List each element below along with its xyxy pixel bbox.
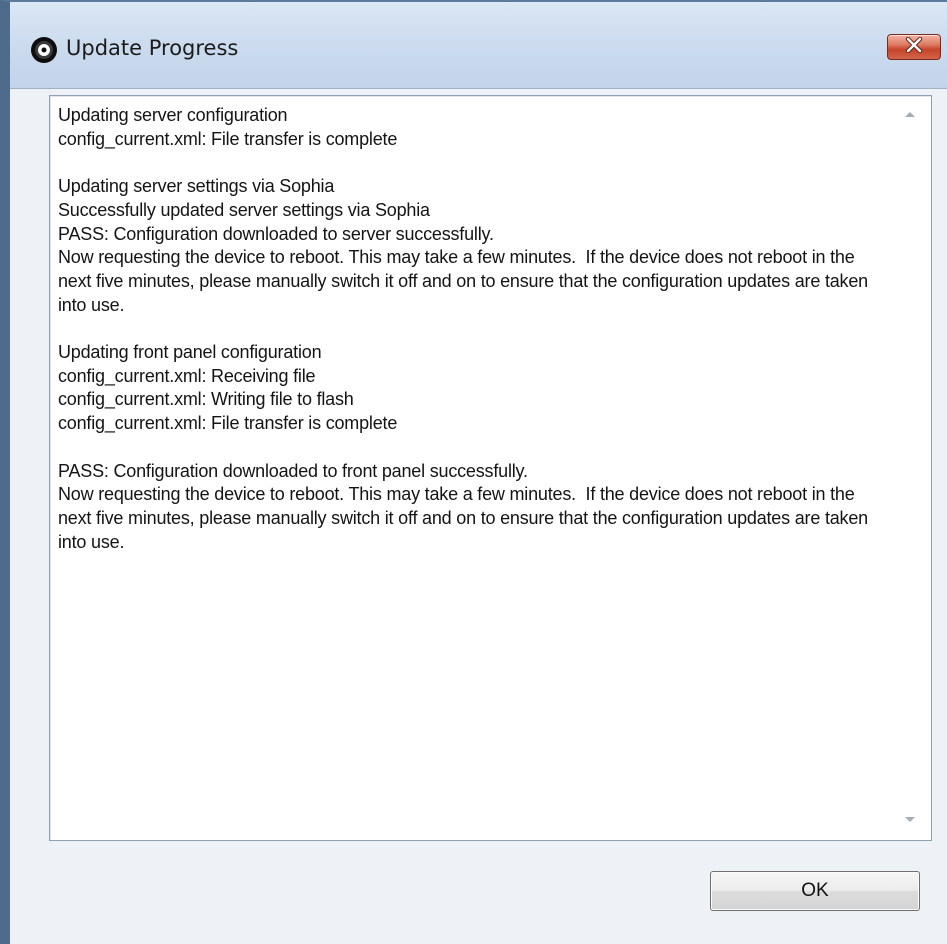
update-progress-dialog: Update Progress Updating server configur…: [0, 0, 947, 944]
progress-log-text[interactable]: Updating server configuration config_cur…: [58, 104, 890, 832]
app-disc-icon: [30, 36, 58, 64]
dialog-body: Updating server configuration config_cur…: [10, 88, 947, 944]
title-bar[interactable]: Update Progress: [10, 2, 947, 88]
close-button[interactable]: [887, 34, 941, 60]
window-title: Update Progress: [66, 36, 239, 60]
vertical-scrollbar[interactable]: [889, 97, 931, 839]
scroll-down-arrow-icon[interactable]: [903, 813, 917, 827]
scroll-up-arrow-icon[interactable]: [903, 107, 917, 121]
close-icon: [904, 36, 924, 58]
ok-button[interactable]: OK: [710, 871, 920, 911]
progress-log-panel[interactable]: Updating server configuration config_cur…: [49, 95, 932, 841]
